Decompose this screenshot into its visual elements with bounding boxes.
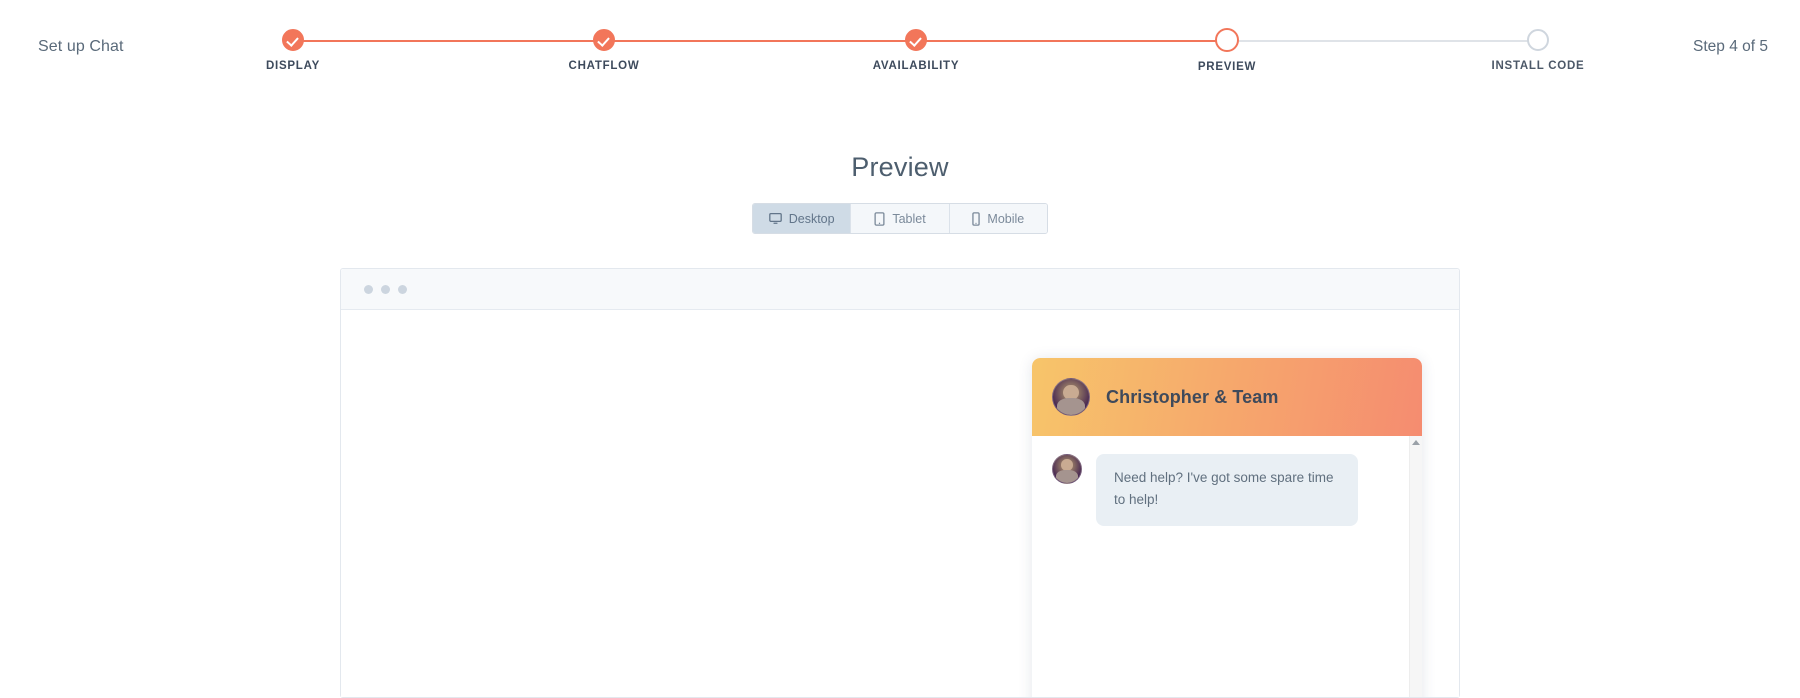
check-circle-icon bbox=[282, 29, 304, 51]
step-node-install-code[interactable]: INSTALL CODE bbox=[1458, 0, 1618, 72]
step-label-display: DISPLAY bbox=[265, 60, 321, 72]
mobile-phone-icon bbox=[972, 211, 981, 226]
browser-viewport: Christopher & Team Need help? I've got s… bbox=[341, 310, 1459, 697]
check-circle-icon bbox=[593, 29, 615, 51]
window-dot-icon bbox=[398, 284, 407, 294]
step-label-preview: PREVIEW bbox=[1197, 61, 1257, 73]
window-dot-icon bbox=[381, 284, 390, 294]
scroll-up-arrow-icon[interactable] bbox=[1412, 440, 1420, 445]
device-toggle-group[interactable]: Desktop Tablet Mobile bbox=[752, 203, 1048, 234]
current-step-circle-icon bbox=[1215, 28, 1239, 52]
step-label-chatflow: CHATFLOW bbox=[568, 60, 640, 72]
step-counter: Step 4 of 5 bbox=[1693, 38, 1768, 55]
device-button-mobile[interactable]: Mobile bbox=[949, 204, 1047, 233]
chat-message-list: Need help? I've got some spare time to h… bbox=[1032, 436, 1422, 697]
setup-chat-label: Set up Chat bbox=[38, 38, 124, 55]
browser-preview-frame: Christopher & Team Need help? I've got s… bbox=[340, 268, 1460, 698]
desktop-monitor-icon bbox=[768, 212, 782, 225]
agent-avatar bbox=[1052, 454, 1082, 484]
device-label-mobile: Mobile bbox=[987, 211, 1025, 226]
agent-avatar bbox=[1052, 378, 1090, 416]
step-node-preview[interactable]: PREVIEW bbox=[1147, 0, 1307, 73]
chat-scrollbar[interactable] bbox=[1409, 436, 1422, 697]
browser-title-bar bbox=[341, 269, 1459, 310]
device-button-desktop[interactable]: Desktop bbox=[753, 204, 852, 233]
empty-step-circle-icon bbox=[1527, 29, 1549, 51]
step-node-chatflow[interactable]: CHATFLOW bbox=[524, 0, 684, 72]
chat-widget-header: Christopher & Team bbox=[1032, 358, 1422, 436]
setup-progress-bar: Set up Chat Step 4 of 5 DISPLAY CHATFLOW… bbox=[0, 0, 1800, 90]
device-label-tablet: Tablet bbox=[892, 211, 926, 226]
device-button-tablet[interactable]: Tablet bbox=[851, 204, 950, 233]
connector-line-completed bbox=[293, 40, 1227, 42]
check-circle-icon bbox=[905, 29, 927, 51]
chat-message-row: Need help? I've got some spare time to h… bbox=[1052, 454, 1404, 526]
chat-widget[interactable]: Christopher & Team Need help? I've got s… bbox=[1032, 358, 1422, 697]
chat-widget-title: Christopher & Team bbox=[1106, 386, 1279, 407]
step-label-install-code: INSTALL CODE bbox=[1491, 60, 1585, 72]
tablet-icon bbox=[874, 211, 885, 226]
window-dot-icon bbox=[364, 284, 373, 294]
step-label-availability: AVAILABILITY bbox=[872, 60, 960, 72]
device-label-desktop: Desktop bbox=[788, 211, 835, 226]
chat-message-bubble: Need help? I've got some spare time to h… bbox=[1096, 454, 1358, 526]
page-title: Preview bbox=[851, 152, 949, 182]
step-node-container: DISPLAY CHATFLOW AVAILABILITY PREVIEW IN… bbox=[266, 0, 1584, 90]
step-node-availability[interactable]: AVAILABILITY bbox=[836, 0, 996, 72]
step-node-display[interactable]: DISPLAY bbox=[213, 0, 373, 72]
